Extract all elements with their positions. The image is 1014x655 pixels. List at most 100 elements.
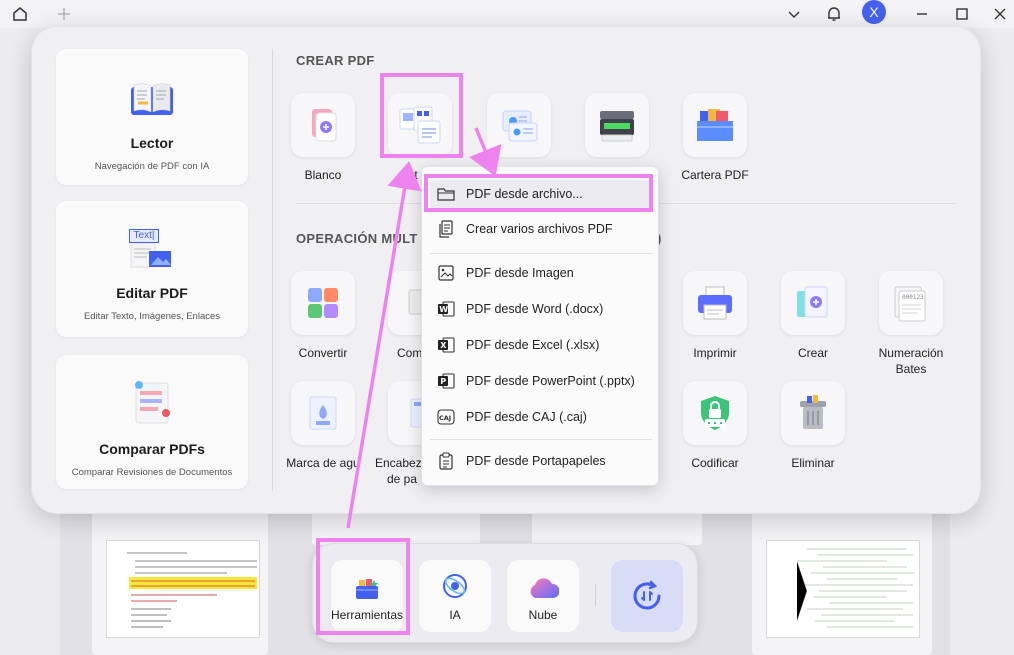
create-from-menu: PDF desde archivo... Crear varios archiv… <box>421 166 659 486</box>
dock-sync-button[interactable] <box>611 560 683 632</box>
book-icon <box>56 49 248 119</box>
highlight-otros-tool <box>380 73 463 158</box>
menu-item-pdf-desde-powerpoint[interactable]: P PDF desde PowerPoint (.pptx) <box>430 367 652 395</box>
menu-separator <box>430 439 652 440</box>
menu-item-label: PDF desde Portapapeles <box>466 454 606 468</box>
menu-item-label: PDF desde PowerPoint (.pptx) <box>466 374 635 388</box>
portfolio-icon <box>683 93 747 157</box>
ai-icon <box>419 560 491 600</box>
dock-divider <box>595 584 596 606</box>
caj-icon: CAJ <box>436 407 456 427</box>
home-icon[interactable] <box>8 2 32 26</box>
cloud-icon <box>507 560 579 600</box>
tool-eliminar[interactable]: Eliminar <box>768 381 858 471</box>
menu-item-label: PDF desde Imagen <box>466 266 574 280</box>
tool-eliminar-label: Eliminar <box>791 456 835 470</box>
lector-desc: Navegación de PDF con IA <box>94 161 210 172</box>
clipboard-icon <box>436 451 456 471</box>
menu-item-pdf-desde-imagen[interactable]: PDF desde Imagen <box>430 259 652 287</box>
document-thumbnail <box>766 540 920 638</box>
tool-crear[interactable]: Crear <box>768 271 858 361</box>
operacion-multiple-title: OPERACIÓN MULT <box>296 231 418 246</box>
editar-pdf-card[interactable]: Text| Editar PDF Editar Texto, Imágenes,… <box>56 201 248 337</box>
word-icon: W <box>436 299 456 319</box>
lector-title: Lector <box>130 135 174 151</box>
tool-marca-de-agua-label: Marca de agu <box>286 456 360 470</box>
tool-marca-de-agua[interactable]: Marca de agu <box>278 381 368 471</box>
shield-lock-icon <box>683 381 747 445</box>
lector-card[interactable]: Lector Navegación de PDF con IA <box>56 49 248 185</box>
close-icon[interactable] <box>988 2 1012 26</box>
compare-icon <box>56 355 248 425</box>
edit-text-icon: Text| <box>56 201 248 269</box>
tool-convertir-label: Convertir <box>298 346 348 360</box>
comparar-pdfs-desc: Comparar Revisiones de Documentos <box>71 467 233 478</box>
crear-pdf-title: CREAR PDF <box>296 53 375 68</box>
create-icon <box>781 271 845 335</box>
tool-imprimir-label: Imprimir <box>693 346 737 360</box>
comparar-pdfs-title: Comparar PDFs <box>99 441 205 457</box>
avatar[interactable]: X <box>862 0 886 24</box>
svg-text:W: W <box>439 305 448 314</box>
menu-item-crear-varios[interactable]: Crear varios archivos PDF <box>430 215 652 243</box>
document-thumbnail <box>106 540 260 638</box>
minimize-icon[interactable] <box>910 2 934 26</box>
id-card-icon <box>487 93 551 157</box>
editar-pdf-title: Editar PDF <box>116 285 188 301</box>
powerpoint-icon: P <box>436 371 456 391</box>
tool-numeracion-bates[interactable]: 000123 Numeración Bates <box>866 271 956 377</box>
tool-blanco[interactable]: Blanco <box>278 93 368 183</box>
editar-pdf-desc: Editar Texto, Imágenes, Enlaces <box>83 311 221 322</box>
chevron-down-icon[interactable] <box>782 2 806 26</box>
sync-icon <box>633 580 661 610</box>
multiple-files-icon <box>436 219 456 239</box>
excel-icon: X <box>436 335 456 355</box>
edit-text-label: Text| <box>129 229 159 243</box>
tool-convertir[interactable]: Convertir <box>278 271 368 361</box>
svg-text:P: P <box>440 377 446 386</box>
svg-text:X: X <box>440 341 447 350</box>
tool-scanner[interactable] <box>572 93 662 167</box>
blank-page-icon <box>291 93 355 157</box>
convert-icon <box>291 271 355 335</box>
bell-icon[interactable] <box>822 2 846 26</box>
menu-item-label: PDF desde CAJ (.caj) <box>466 410 587 424</box>
svg-text:CAJ: CAJ <box>439 414 451 422</box>
tool-scan-id[interactable] <box>474 93 564 167</box>
trash-icon <box>781 381 845 445</box>
menu-item-pdf-desde-word[interactable]: W PDF desde Word (.docx) <box>430 295 652 323</box>
new-tab-icon[interactable] <box>52 2 76 26</box>
tool-numeracion-bates-label: Numeración Bates <box>878 346 944 376</box>
svg-text:000123: 000123 <box>902 294 924 301</box>
bates-numbering-icon: 000123 <box>879 271 943 335</box>
maximize-icon[interactable] <box>950 2 974 26</box>
menu-item-pdf-desde-portapapeles[interactable]: PDF desde Portapapeles <box>430 447 652 475</box>
menu-item-pdf-desde-caj[interactable]: CAJ PDF desde CAJ (.caj) <box>430 403 652 431</box>
menu-separator <box>430 253 652 254</box>
highlight-herramientas <box>316 538 410 635</box>
dock-ia-label: IA <box>449 608 461 622</box>
tool-cartera-pdf-label: Cartera PDF <box>681 168 749 182</box>
tool-cartera-pdf[interactable]: Cartera PDF <box>670 93 760 183</box>
tool-imprimir[interactable]: Imprimir <box>670 271 760 361</box>
tool-crear-label: Crear <box>797 346 828 360</box>
menu-item-pdf-desde-excel[interactable]: X PDF desde Excel (.xlsx) <box>430 331 652 359</box>
menu-item-label: PDF desde Excel (.xlsx) <box>466 338 600 352</box>
dock-nube-label: Nube <box>528 608 558 622</box>
tool-codificar[interactable]: Codificar <box>670 381 760 471</box>
tool-codificar-label: Codificar <box>691 456 739 470</box>
dock-nube[interactable]: Nube <box>507 560 579 632</box>
image-icon <box>436 263 456 283</box>
panel-divider <box>272 49 273 491</box>
printer-icon <box>683 271 747 335</box>
title-bar: X <box>0 0 1014 28</box>
scanner-icon <box>585 93 649 157</box>
menu-item-label: PDF desde Word (.docx) <box>466 302 604 316</box>
comparar-pdfs-card[interactable]: Comparar PDFs Comparar Revisiones de Doc… <box>56 355 248 489</box>
tool-blanco-label: Blanco <box>304 168 342 182</box>
recent-file-card[interactable] <box>532 510 702 545</box>
watermark-icon <box>291 381 355 445</box>
dock-ia[interactable]: IA <box>419 560 491 632</box>
menu-item-label: Crear varios archivos PDF <box>466 222 613 236</box>
highlight-pdf-desde-archivo <box>424 174 653 212</box>
